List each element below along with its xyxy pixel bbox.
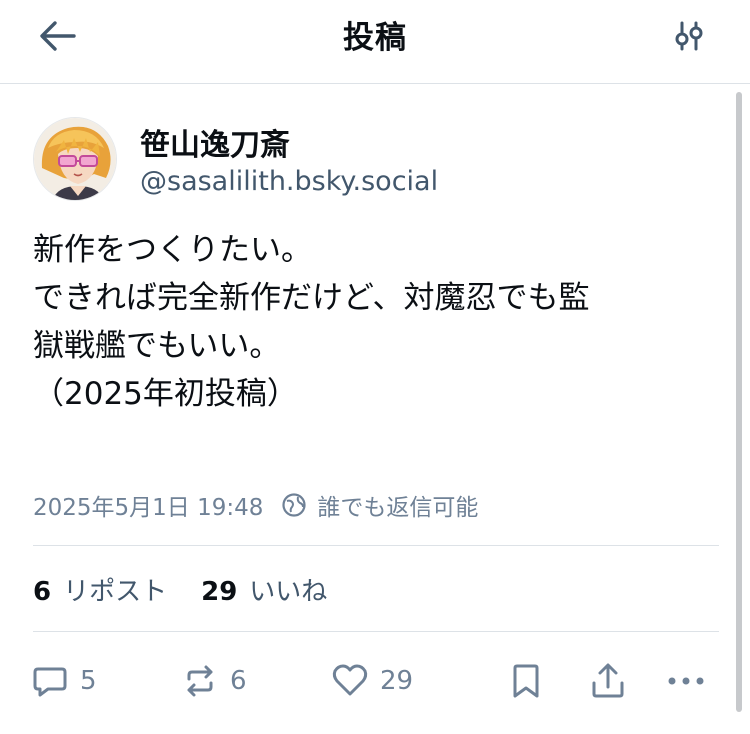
post-text-line: 新作をつくりたい。 — [33, 232, 312, 268]
divider — [33, 545, 719, 546]
repost-icon — [187, 665, 213, 697]
post-text-line: できれば完全新作だけど、対魔忍でも監 — [33, 280, 590, 316]
likes-stat[interactable]: 29 いいね — [201, 571, 327, 608]
bookmark-icon — [513, 664, 539, 698]
top-bar: 投稿 — [0, 0, 750, 84]
author-display-name[interactable]: 笹山逸刀斎 — [140, 120, 290, 164]
author-avatar[interactable] — [33, 117, 117, 201]
likes-label: いいね — [249, 576, 328, 607]
bookmark-button[interactable] — [508, 656, 544, 706]
post-text: 新作をつくりたい。 できれば完全新作だけど、対魔忍でも監 獄戦艦でもいい。 （2… — [33, 226, 723, 418]
like-button[interactable]: 29 — [330, 656, 413, 706]
post-text-line: 獄戦艦でもいい。 — [33, 328, 281, 364]
post-actions: 5 6 29 — [28, 656, 718, 706]
more-options-button[interactable] — [664, 656, 708, 706]
repost-button[interactable]: 6 — [180, 656, 247, 706]
post-meta: 2025年5月1日 19:48 誰でも返信可能 — [33, 487, 478, 523]
globe-icon[interactable] — [281, 492, 307, 518]
scrollbar[interactable] — [736, 92, 742, 712]
reply-icon — [33, 667, 67, 697]
reposts-stat[interactable]: 6 リポスト — [33, 571, 167, 608]
heart-icon — [332, 664, 368, 696]
post-stats: 6 リポスト 29 いいね — [33, 571, 327, 607]
sliders-icon — [675, 21, 703, 51]
like-count: 29 — [380, 666, 414, 696]
ellipsis-icon — [668, 677, 704, 685]
author-handle[interactable]: @sasalilith.bsky.social — [140, 166, 438, 197]
reply-button[interactable]: 5 — [30, 656, 97, 706]
reposts-count: 6 — [33, 576, 52, 607]
avatar-illustration — [34, 118, 116, 200]
reply-setting-label[interactable]: 誰でも返信可能 — [317, 488, 478, 522]
post-timestamp: 2025年5月1日 19:48 — [33, 495, 264, 521]
thread-settings-button[interactable] — [664, 14, 714, 58]
post-text-line: （2025年初投稿） — [33, 376, 298, 412]
share-button[interactable] — [588, 656, 628, 706]
share-icon — [592, 663, 624, 698]
reposts-label: リポスト — [63, 576, 168, 607]
page-title: 投稿 — [343, 20, 407, 56]
divider — [33, 631, 719, 632]
likes-count: 29 — [201, 576, 238, 607]
reply-count: 5 — [80, 666, 97, 696]
repost-count: 6 — [230, 666, 247, 696]
